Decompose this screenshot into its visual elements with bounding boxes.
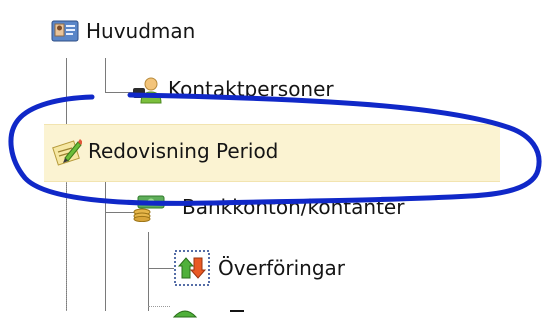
tree-item-label: Kontaktpersoner <box>168 77 334 101</box>
tree-line <box>66 166 67 311</box>
tree-line <box>105 58 106 92</box>
edit-document-icon <box>52 136 83 166</box>
tree-item-redovisning-period[interactable]: Redovisning Period <box>52 136 278 166</box>
tree-line <box>148 232 149 311</box>
tree-item-label: Bankkonton/kontanter <box>182 195 405 219</box>
tree-item-label: Överföringar <box>218 256 346 280</box>
navigation-tree: Huvudman Kontaktpersoner Redovisning Per… <box>0 0 544 318</box>
partial-label-fragment <box>230 310 244 325</box>
transfer-icon <box>174 250 210 286</box>
tree-item-huvudman[interactable]: Huvudman <box>50 16 195 46</box>
id-card-icon <box>50 16 80 46</box>
tree-line <box>148 306 170 307</box>
tree-item-bankkonton[interactable]: Bankkonton/kontanter <box>132 192 405 223</box>
money-icon <box>132 192 166 223</box>
partial-icon <box>170 305 200 318</box>
tree-item-partial[interactable] <box>170 298 244 325</box>
tree-line <box>105 180 106 311</box>
tree-line <box>148 268 174 269</box>
contacts-icon <box>132 74 162 104</box>
tree-item-label: Redovisning Period <box>88 139 279 163</box>
tree-item-label: Huvudman <box>86 19 196 43</box>
tree-item-overforingar[interactable]: Överföringar <box>174 250 345 286</box>
tree-line <box>105 212 135 213</box>
tree-item-kontaktpersoner[interactable]: Kontaktpersoner <box>132 74 334 104</box>
